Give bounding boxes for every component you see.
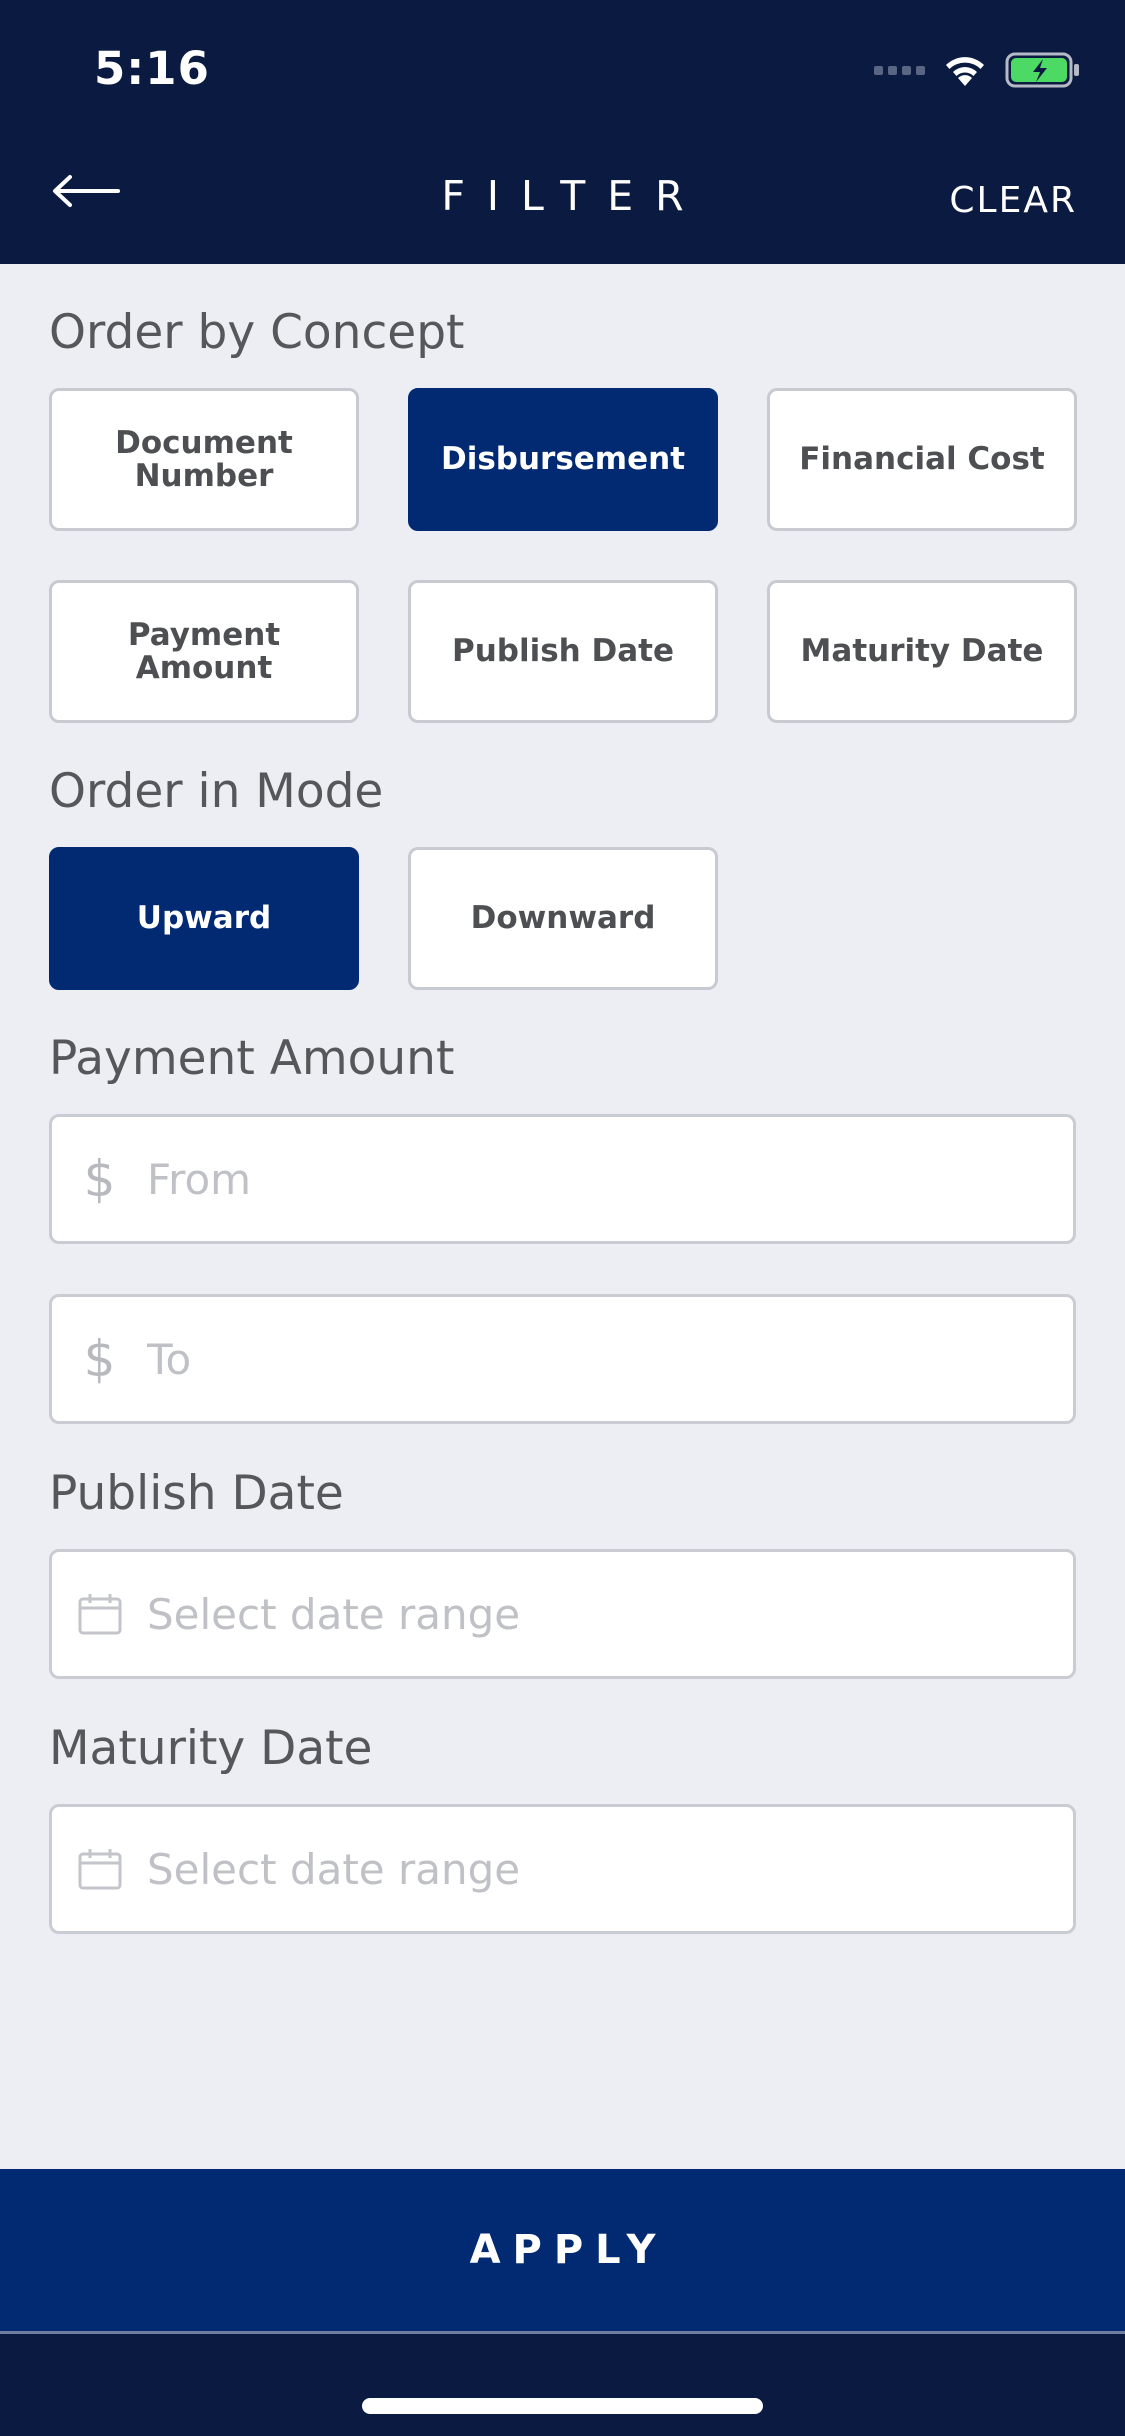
- chip-financial-cost[interactable]: Financial Cost: [767, 388, 1077, 531]
- chip-label: Downward: [470, 900, 656, 936]
- order-in-mode-title: Order in Mode: [49, 764, 384, 819]
- payment-from-field[interactable]: $: [49, 1114, 1076, 1244]
- order-by-concept-title: Order by Concept: [49, 305, 465, 360]
- payment-to-field[interactable]: $: [49, 1294, 1076, 1424]
- chip-maturity-date[interactable]: Maturity Date: [767, 580, 1077, 723]
- publish-date-field[interactable]: [49, 1549, 1076, 1679]
- publish-date-input[interactable]: [147, 1552, 1073, 1676]
- payment-amount-title: Payment Amount: [49, 1031, 455, 1086]
- dollar-icon: $: [83, 1150, 116, 1208]
- status-icons: [874, 48, 1081, 92]
- maturity-date-title: Maturity Date: [49, 1721, 373, 1776]
- publish-date-title: Publish Date: [49, 1466, 344, 1521]
- chip-document-number[interactable]: Document Number: [49, 388, 359, 531]
- chip-downward[interactable]: Downward: [408, 847, 718, 990]
- bottom-bar: [0, 2334, 1125, 2436]
- signal-icon: [874, 65, 925, 75]
- battery-charging-icon: [1005, 52, 1079, 88]
- payment-from-input[interactable]: [147, 1117, 1073, 1241]
- home-indicator[interactable]: [362, 2398, 763, 2414]
- wifi-icon: [946, 57, 984, 86]
- apply-button[interactable]: APPLY: [0, 2169, 1125, 2334]
- status-time: 5:16: [94, 42, 210, 95]
- payment-to-input[interactable]: [147, 1297, 1073, 1421]
- dollar-icon: $: [83, 1330, 116, 1388]
- chip-label: Maturity Date: [800, 633, 1044, 669]
- chip-label: Financial Cost: [799, 441, 1045, 477]
- chip-payment-amount[interactable]: Payment Amount: [49, 580, 359, 723]
- chip-label: Upward: [136, 900, 272, 936]
- chip-label: Payment Amount: [127, 616, 281, 686]
- chip-upward[interactable]: Upward: [49, 847, 359, 990]
- maturity-date-field[interactable]: [49, 1804, 1076, 1934]
- chip-disbursement[interactable]: Disbursement: [408, 388, 718, 531]
- maturity-date-input[interactable]: [147, 1807, 1073, 1931]
- chip-label: Publish Date: [451, 633, 675, 669]
- calendar-icon: [52, 1592, 147, 1636]
- chip-label: Disbursement: [440, 441, 686, 477]
- chip-label: Document Number: [115, 424, 293, 494]
- clear-button[interactable]: CLEAR: [949, 180, 1077, 221]
- calendar-icon: [52, 1847, 147, 1891]
- header: 5:16 FILTER CLEAR: [0, 0, 1125, 264]
- chip-publish-date[interactable]: Publish Date: [408, 580, 718, 723]
